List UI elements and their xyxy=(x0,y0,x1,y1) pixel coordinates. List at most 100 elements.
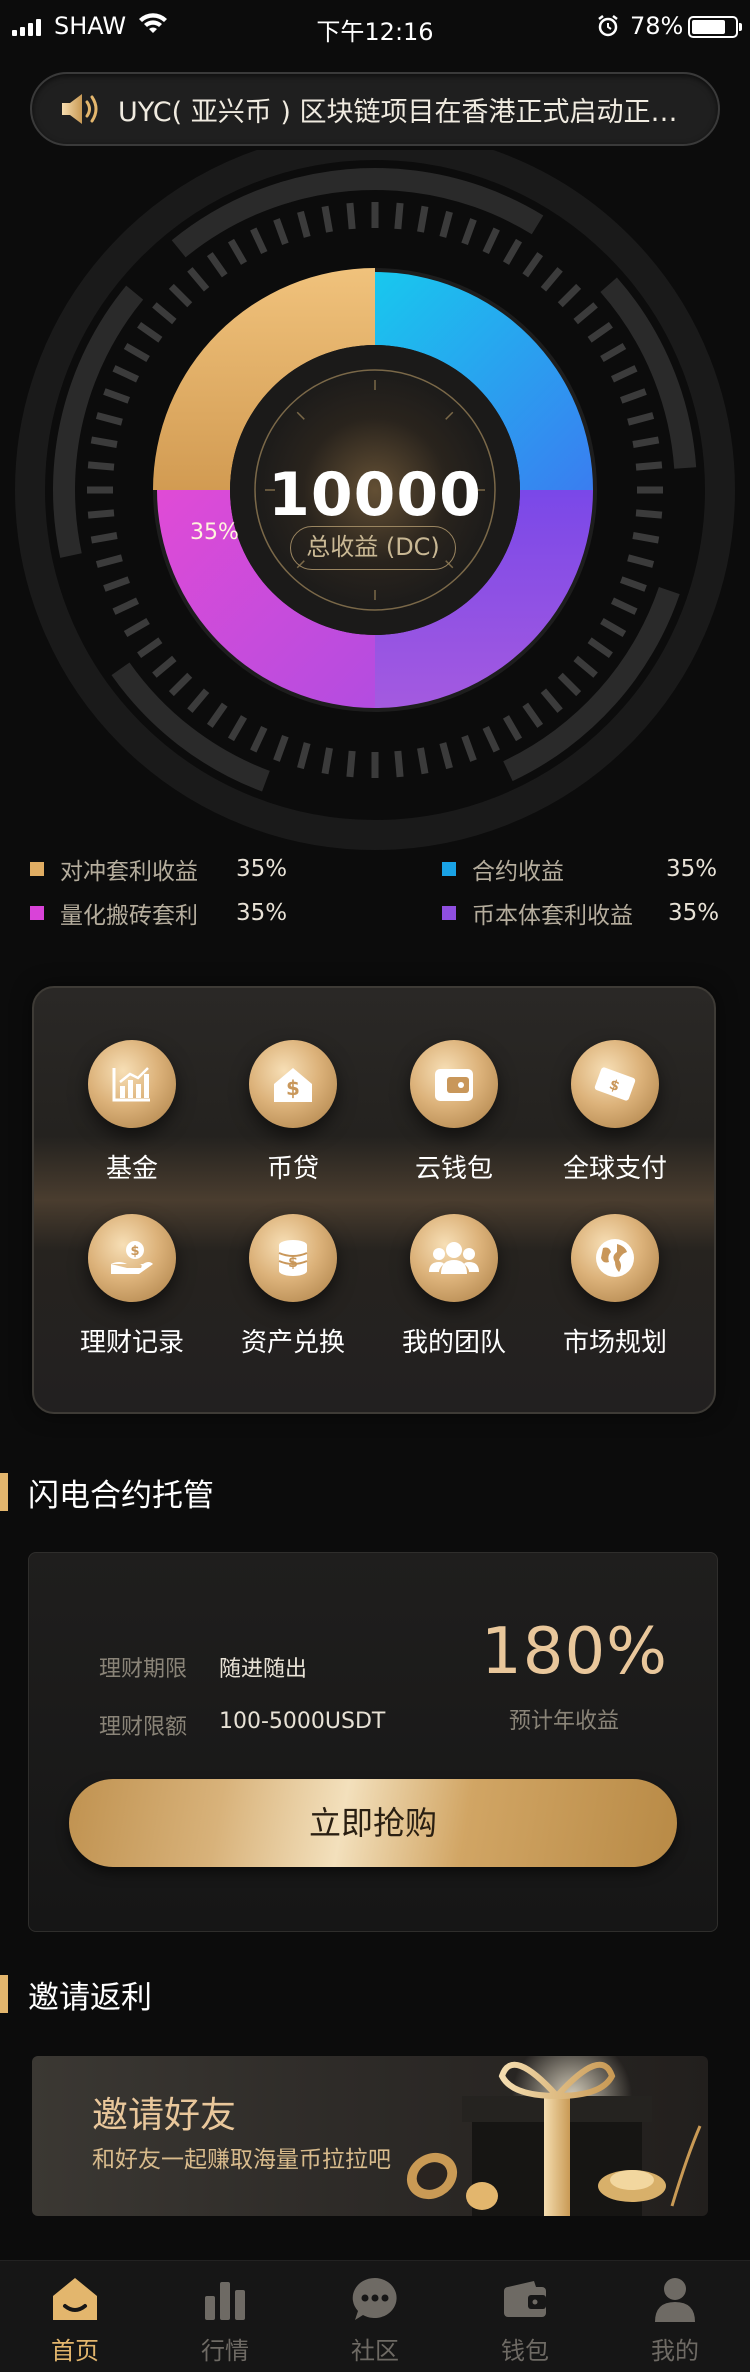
section-title: 邀请返利 xyxy=(28,1979,152,2016)
tick-mark xyxy=(152,302,177,325)
legend-item: 币本体套利收益 35% xyxy=(442,896,719,930)
section-heading-flash-contract: 闪电合约托管 xyxy=(0,1470,214,1514)
tick-mark xyxy=(587,637,613,659)
term-label: 理财期限 xyxy=(99,1657,188,1682)
tick-mark xyxy=(152,655,177,678)
chart-legend: 对冲套利收益 35% 合约收益 35% 量化搬砖套利 35% 币本体套利收益 3… xyxy=(0,852,750,932)
tick-mark xyxy=(168,672,193,697)
tab-home[interactable]: 首页 xyxy=(0,2271,150,2366)
total-label: 总收益 (DC) xyxy=(290,526,456,570)
tick-mark xyxy=(112,365,140,383)
legend-label: 量化搬砖套利 xyxy=(60,903,198,929)
tick-mark xyxy=(123,617,150,638)
battery-fill xyxy=(692,20,725,34)
tab-community[interactable]: 社区 xyxy=(300,2271,450,2366)
tick-mark xyxy=(573,302,598,325)
product-card[interactable]: 理财期限 随进随出 理财限额 100-5000USDT 180% 预计年收益 立… xyxy=(28,1552,718,1932)
tick-mark xyxy=(627,554,655,568)
tick-mark xyxy=(250,725,268,753)
tick-mark xyxy=(227,715,248,742)
tick-mark xyxy=(112,597,140,615)
legend-label: 合约收益 xyxy=(472,859,564,885)
tab-market[interactable]: 行情 xyxy=(150,2271,300,2366)
tick-mark xyxy=(273,218,289,245)
tick-mark xyxy=(502,715,523,742)
section-accent-bar xyxy=(0,1975,8,2013)
total-value: 10000 xyxy=(268,460,482,530)
menu-item-finance-records[interactable]: $ 理财记录 xyxy=(52,1214,212,1359)
menu-item-cloud-wallet[interactable]: 云钱包 xyxy=(374,1040,534,1185)
tick-mark xyxy=(206,252,228,278)
menu-item-global-pay[interactable]: $ 全球支付 xyxy=(535,1040,695,1185)
tick-mark xyxy=(297,210,311,238)
speaker-icon xyxy=(62,94,98,124)
menu-item-label: 币贷 xyxy=(266,1154,319,1184)
bottom-tab-bar: 首页 行情 社区 钱包 我的 xyxy=(0,2260,750,2372)
announcement-text: UYC( 亚兴币 ) 区块链项目在香港正式启动正式上线 xyxy=(118,96,698,128)
tick-mark xyxy=(346,202,356,230)
legend-pct: 35% xyxy=(236,900,288,926)
tab-profile[interactable]: 我的 xyxy=(600,2271,750,2366)
legend-pct: 35% xyxy=(236,856,288,882)
tick-mark xyxy=(461,735,477,762)
buy-now-button[interactable]: 立即抢购 xyxy=(69,1779,677,1867)
tick-mark xyxy=(206,702,228,728)
payment-card-icon: $ xyxy=(571,1040,659,1128)
tick-mark xyxy=(600,342,627,363)
menu-item-fund[interactable]: 基金 xyxy=(52,1040,212,1185)
menu-item-label: 资产兑换 xyxy=(240,1328,345,1358)
status-bar: SHAW 下午12:16 78% xyxy=(0,0,750,56)
menu-item-label: 全球支付 xyxy=(562,1154,667,1184)
tick-mark xyxy=(632,532,660,544)
market-chart-icon xyxy=(150,2271,300,2327)
menu-item-asset-exchange[interactable]: $ 资产兑换 xyxy=(213,1214,373,1359)
tick-mark xyxy=(123,342,150,363)
section-title: 闪电合约托管 xyxy=(28,1477,214,1514)
tick-mark xyxy=(95,412,123,426)
amount-row: 理财限额 100-5000USDT xyxy=(99,1709,385,1741)
globe-icon xyxy=(571,1214,659,1302)
menu-item-label: 基金 xyxy=(105,1154,158,1184)
tick-mark xyxy=(187,688,210,713)
svg-text:$: $ xyxy=(286,1076,300,1100)
menu-item-label: 市场规划 xyxy=(562,1328,667,1358)
menu-item-market-plan[interactable]: 市场规划 xyxy=(535,1214,695,1359)
tick-mark xyxy=(90,436,118,448)
menu-item-my-team[interactable]: 我的团队 xyxy=(374,1214,534,1359)
loan-house-icon: $ xyxy=(249,1040,337,1128)
tick-mark xyxy=(587,321,613,343)
annual-rate-label: 预计年收益 xyxy=(509,1709,620,1734)
tick-mark xyxy=(620,388,647,404)
tick-mark xyxy=(502,238,523,265)
legend-swatch xyxy=(30,862,44,876)
tick-mark xyxy=(540,688,563,713)
legend-item: 合约收益 35% xyxy=(442,852,717,886)
tick-mark xyxy=(632,436,660,448)
tick-mark xyxy=(540,267,563,292)
svg-text:$: $ xyxy=(130,1244,139,1259)
menu-item-label: 我的团队 xyxy=(401,1328,506,1358)
tab-wallet[interactable]: 钱包 xyxy=(450,2271,600,2366)
menu-item-loan[interactable]: $ 币贷 xyxy=(213,1040,373,1185)
tick-mark xyxy=(137,321,163,343)
legend-swatch xyxy=(442,906,456,920)
tick-mark xyxy=(482,227,500,255)
tick-mark xyxy=(620,576,647,592)
tick-mark xyxy=(461,218,477,245)
tab-label: 首页 xyxy=(51,2337,99,2365)
announcement-bar[interactable]: UYC( 亚兴币 ) 区块链项目在香港正式启动正式上线 xyxy=(30,72,720,146)
invite-banner[interactable]: 邀请好友 和好友一起赚取海量币拉拉吧 xyxy=(32,2056,708,2216)
tick-mark xyxy=(600,617,627,638)
legend-label: 对冲套利收益 xyxy=(60,859,198,885)
invite-banner-title: 邀请好友 xyxy=(92,2095,237,2136)
earnings-donut-chart: 35% 10000 总收益 (DC) xyxy=(0,150,750,850)
tick-mark xyxy=(273,735,289,762)
chat-bubble-icon xyxy=(300,2271,450,2327)
tick-mark xyxy=(610,597,638,615)
tick-mark xyxy=(557,672,582,697)
tick-mark xyxy=(394,750,404,778)
tick-mark xyxy=(573,655,598,678)
invite-banner-subtitle: 和好友一起赚取海量币拉拉吧 xyxy=(92,2147,391,2173)
amount-label: 理财限额 xyxy=(99,1715,188,1740)
annual-rate: 180% xyxy=(481,1615,668,1689)
